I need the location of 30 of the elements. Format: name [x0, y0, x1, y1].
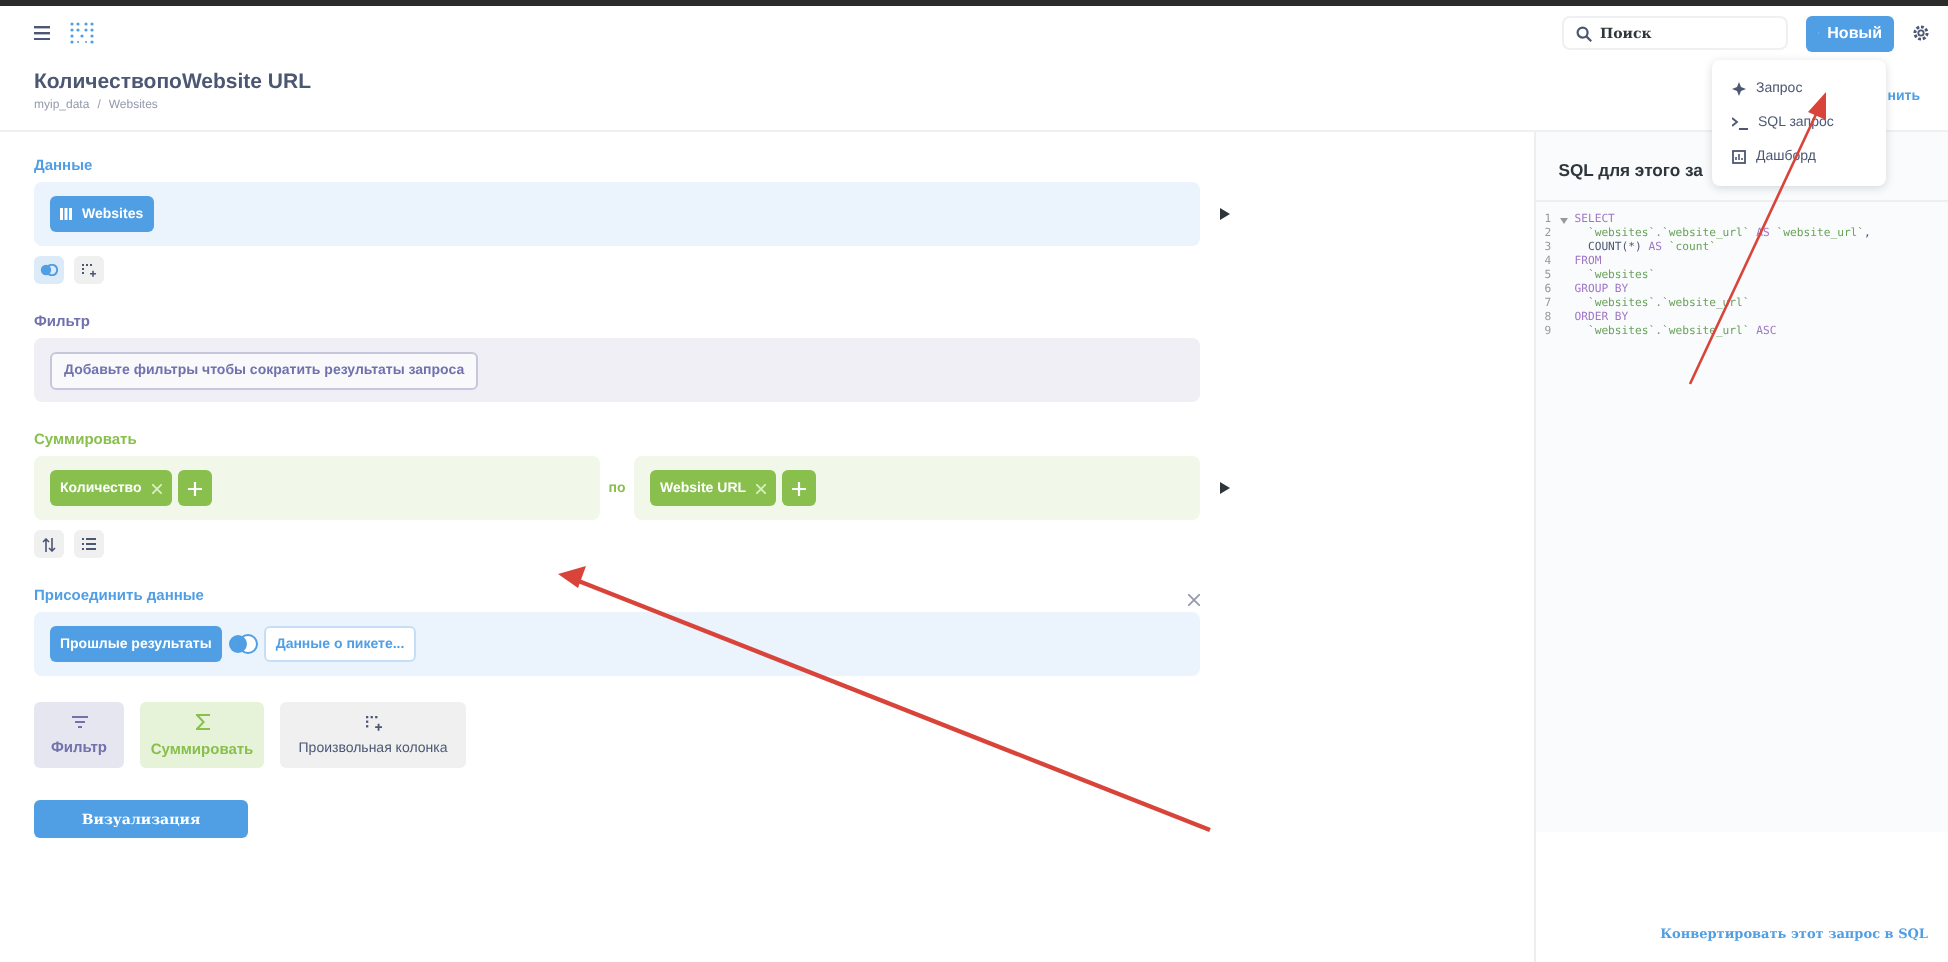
join-icon	[40, 264, 58, 276]
plus-icon	[187, 481, 202, 495]
settings-icon[interactable]	[1912, 24, 1930, 42]
column-plus-icon	[365, 715, 381, 731]
panel-title: SQL для этого за	[1558, 160, 1703, 184]
new-button[interactable]: Новый	[1806, 15, 1894, 51]
add-button[interactable]	[782, 470, 817, 506]
filter-icon	[71, 715, 87, 727]
join-icon[interactable]	[227, 634, 258, 654]
add-button[interactable]	[177, 470, 212, 506]
sort-icon	[42, 537, 56, 551]
terminal-icon	[1732, 116, 1748, 130]
plus-icon	[792, 481, 807, 495]
custom-column-button[interactable]	[74, 256, 104, 284]
grid-icon	[60, 208, 72, 220]
close-icon[interactable]	[1188, 593, 1200, 605]
menu-icon[interactable]	[34, 26, 50, 40]
play-icon[interactable]	[1220, 208, 1230, 220]
limit-button[interactable]	[74, 530, 104, 558]
dashboard-icon	[1732, 150, 1746, 164]
sort-button[interactable]	[34, 530, 64, 558]
search-icon	[1576, 25, 1592, 41]
logo-icon[interactable]	[70, 21, 94, 45]
sigma-icon	[195, 713, 209, 729]
join-button[interactable]	[34, 256, 64, 284]
fold-icon[interactable]	[1560, 218, 1569, 224]
sparkle-icon	[1732, 82, 1746, 96]
list-icon	[82, 538, 96, 550]
play-icon[interactable]	[1220, 482, 1230, 494]
question-title: КоличествопоWebsite URL	[34, 70, 312, 94]
